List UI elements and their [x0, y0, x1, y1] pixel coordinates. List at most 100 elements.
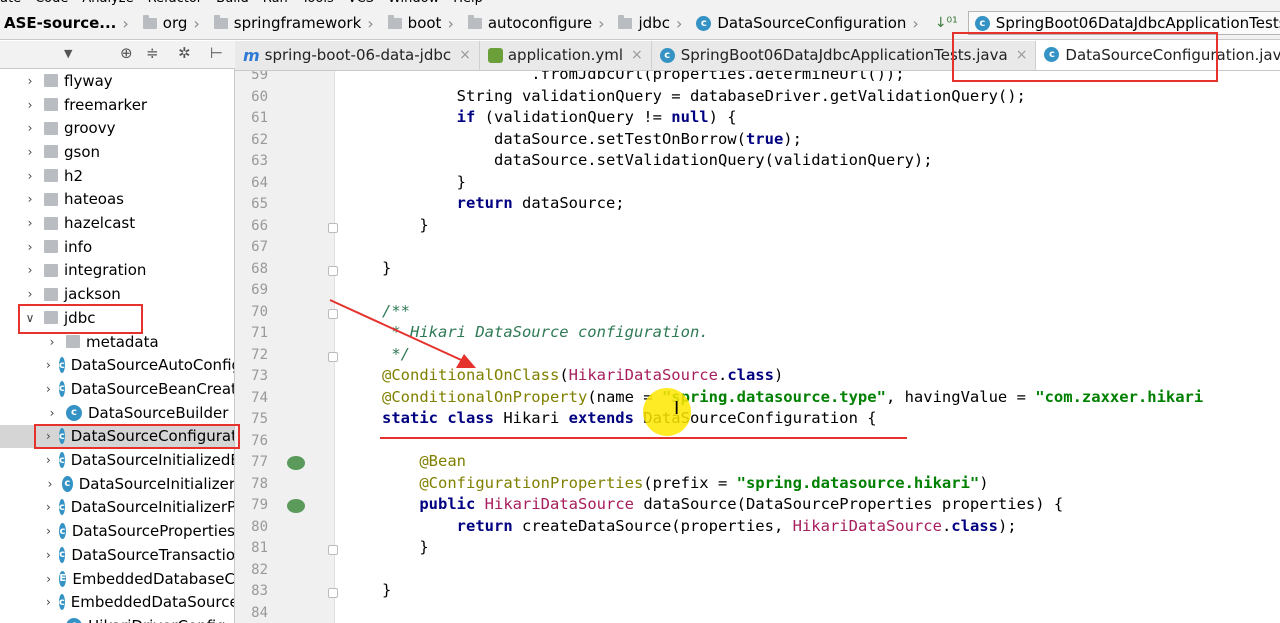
code-line: } [382, 173, 466, 191]
chevron-right-icon[interactable]: › [24, 192, 36, 206]
tree-item[interactable]: › freemarker [0, 93, 234, 117]
chevron-right-icon[interactable]: › [24, 263, 36, 277]
code-token: if [456, 108, 476, 126]
run-config-arrow-icon[interactable]: ↓⁰¹ [935, 15, 958, 31]
menu-item-8[interactable]: Window [388, 0, 439, 6]
tree-item[interactable]: › c DataSourceTransactio [0, 543, 234, 567]
menu-item-4[interactable]: Build [216, 0, 249, 6]
project-panel-header: ▼ ⊕ ≑ ✲ ⊢ [0, 41, 235, 69]
menu-item-5[interactable]: Run [263, 0, 288, 6]
chevron-right-icon[interactable]: › [46, 619, 58, 623]
code-editor[interactable]: 59 60 61 62 63 64 65 66 67 68 69 70 71 72 73 74 75 76 77 78… [235, 71, 1280, 623]
code-token: class [727, 366, 774, 384]
chevron-right-icon[interactable]: › [46, 548, 51, 562]
tree-item-label: freemarker [64, 95, 148, 114]
fold-marker-icon[interactable] [328, 588, 338, 598]
menu-item-1[interactable]: Code [35, 0, 68, 6]
tree-item[interactable]: › c DataSourceInitializer [0, 472, 234, 496]
target-icon[interactable]: ⊕ [120, 44, 133, 62]
menu-item-0[interactable]: ate [0, 0, 21, 6]
breadcrumb-item[interactable]: c DataSourceConfiguration › [692, 14, 928, 33]
tree-item-label: gson [64, 142, 101, 161]
tree-item[interactable]: › c EmbeddedDataSource [0, 590, 234, 614]
tree-item-label: integration [64, 261, 147, 280]
tree-item[interactable]: › c DataSourceAutoConfig [0, 353, 234, 377]
breadcrumb-item[interactable]: org › [139, 14, 210, 33]
tree-item[interactable]: › c DataSourceBuilder [0, 401, 234, 425]
chevron-right-icon[interactable]: › [24, 216, 36, 230]
collapse-icon[interactable]: ≑ [146, 44, 159, 62]
code-token: "spring.datasource.type" [661, 387, 886, 406]
chevron-right-icon[interactable]: › [46, 477, 54, 491]
breadcrumb-item[interactable]: autoconfigure › [464, 14, 615, 33]
tree-item[interactable]: › integration [0, 259, 234, 283]
menu-item-3[interactable]: Refactor [148, 0, 203, 6]
chevron-right-icon[interactable]: › [46, 358, 51, 372]
chevron-right-icon[interactable]: › [46, 500, 51, 514]
code-token: dataSource.setTestOnBorrow( [382, 129, 746, 148]
menu-item-6[interactable]: Tools [302, 0, 334, 6]
code-token: ); [783, 129, 802, 148]
chevron-right-icon[interactable]: › [24, 145, 36, 159]
tree-item[interactable]: › c HikariDriverConfig [0, 614, 234, 623]
tree-item[interactable]: › jackson [0, 282, 234, 306]
chevron-right-icon[interactable]: › [46, 572, 51, 586]
tree-item[interactable]: › hazelcast [0, 211, 234, 235]
tree-item[interactable]: › info [0, 235, 234, 259]
chevron-down-icon[interactable]: ▼ [64, 47, 72, 60]
tab-label: application.yml [507, 46, 624, 64]
tree-item[interactable]: › c DataSourceBeanCreat [0, 377, 234, 401]
bean-gutter-icon[interactable] [287, 499, 305, 513]
chevron-right-icon[interactable]: › [24, 169, 36, 183]
fold-marker-icon[interactable] [328, 265, 338, 276]
gear-icon[interactable]: ✲ [178, 44, 191, 62]
tab-1[interactable]: application.yml × [480, 41, 652, 70]
tree-item[interactable]: › c DataSourceProperties [0, 519, 234, 543]
code-token: dataSource.setValidationQuery(validation… [382, 151, 933, 169]
line-number: 71 [251, 325, 268, 341]
close-icon[interactable]: × [459, 47, 471, 63]
chevron-right-icon[interactable]: › [24, 240, 36, 254]
tree-item[interactable]: › groovy [0, 116, 234, 140]
tree-item[interactable]: › hateoas [0, 188, 234, 212]
hide-panel-icon[interactable]: ⊢ [210, 44, 223, 62]
code-token: dataSource(DataSourceProperties properti… [633, 495, 1064, 513]
tree-item[interactable]: › E EmbeddedDatabaseC [0, 567, 234, 591]
fold-marker-icon[interactable] [328, 308, 338, 319]
fold-marker-icon[interactable] [328, 545, 338, 555]
chevron-right-icon[interactable]: › [46, 382, 51, 396]
tree-item[interactable]: › h2 [0, 164, 234, 188]
tree-item[interactable]: › gson [0, 140, 234, 164]
menu-item-9[interactable]: Help [453, 0, 483, 6]
tree-item[interactable]: › c DataSourceInitializerPo [0, 496, 234, 520]
breadcrumb-item[interactable]: boot › [384, 14, 464, 33]
code-token: } [382, 258, 392, 277]
chevron-right-icon[interactable]: › [46, 335, 58, 349]
menu-item-7[interactable]: VCS [348, 0, 374, 6]
breadcrumb-item[interactable]: jdbc › [614, 14, 692, 33]
tree-item[interactable]: › flyway [0, 69, 234, 93]
chevron-right-icon[interactable]: › [46, 406, 58, 420]
tab-0[interactable]: m spring-boot-06-data-jdbc × [235, 41, 480, 70]
chevron-right-icon[interactable]: › [24, 74, 36, 88]
menu-item-2[interactable]: Analyze [82, 0, 133, 6]
folder-icon [213, 14, 228, 29]
tree-item-label: h2 [64, 166, 84, 185]
chevron-right-icon[interactable]: › [24, 121, 36, 135]
breadcrumb-item[interactable]: springframework › [210, 14, 384, 33]
breadcrumb-item[interactable]: ASE-source... › [0, 14, 139, 33]
breadcrumb-label: ASE-source... [4, 14, 117, 32]
code-token: extends [568, 409, 634, 427]
chevron-right-icon[interactable]: › [24, 287, 36, 301]
chevron-right-icon[interactable]: › [46, 595, 51, 609]
tree-item[interactable]: › c DataSourceInitializedE [0, 448, 234, 472]
chevron-right-icon[interactable]: › [24, 98, 36, 112]
code-line: /** [382, 302, 410, 320]
chevron-right-icon[interactable]: › [46, 453, 51, 467]
fold-marker-icon[interactable] [328, 351, 338, 362]
chevron-right-icon[interactable]: › [46, 524, 51, 538]
code-token: } [382, 215, 429, 234]
fold-marker-icon[interactable] [328, 222, 338, 233]
bean-gutter-icon[interactable] [287, 456, 305, 470]
close-icon[interactable]: × [631, 47, 643, 63]
